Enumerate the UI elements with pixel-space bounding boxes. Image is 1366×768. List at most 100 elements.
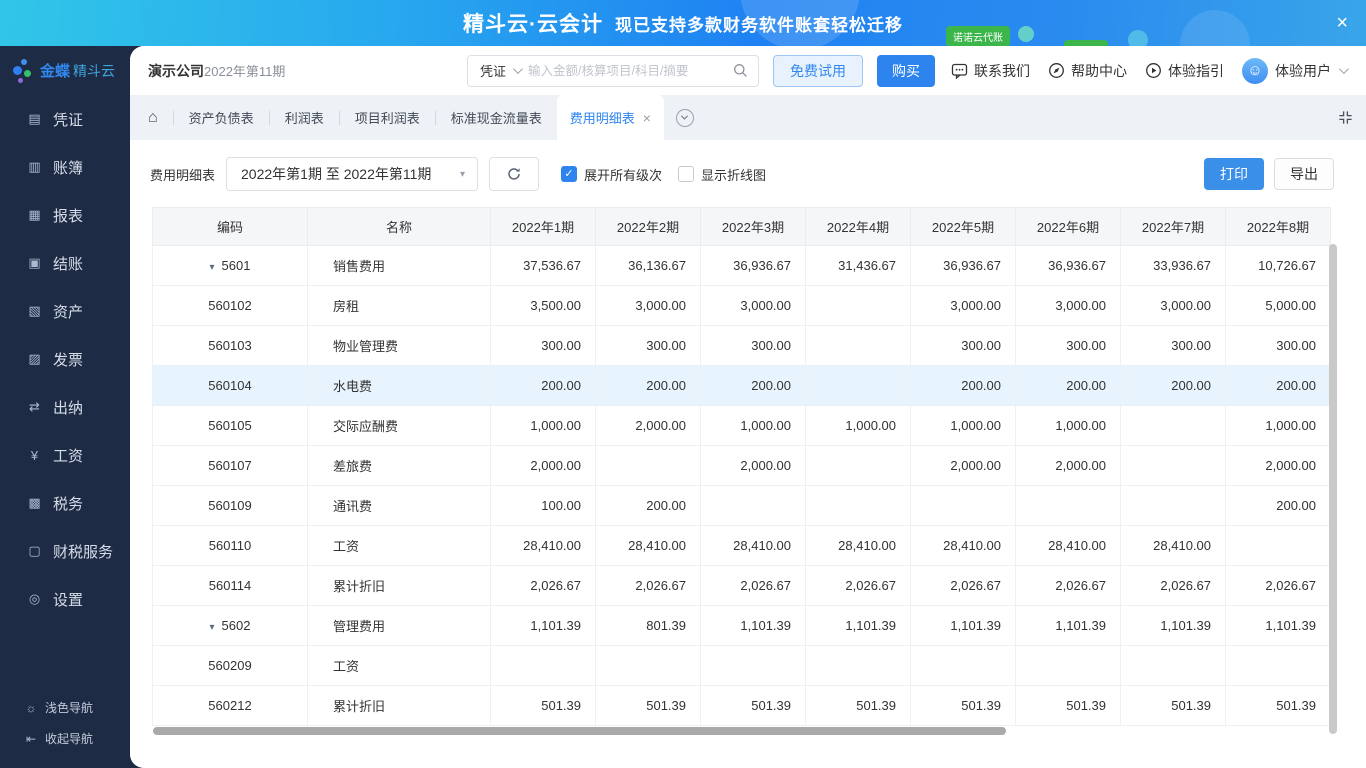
row-value: 2,000.00 (1015, 445, 1121, 486)
row-value: 1,101.39 (1120, 605, 1226, 646)
sidebar-item-voucher[interactable]: ▤ 凭证 (0, 95, 130, 143)
sidebar-item-settings[interactable]: ◎ 设置 (0, 575, 130, 623)
period-range-select[interactable]: 2022年第1期 至 2022年第11期 ▾ (226, 157, 479, 191)
contact-us-button[interactable]: 联系我们 (951, 61, 1030, 81)
row-value: 300.00 (700, 325, 806, 366)
search-category-select[interactable]: 凭证 (480, 61, 506, 80)
table-row[interactable]: ▾ 5601 销售费用 37,536.67 36,136.67 36,936.67 31,4… (152, 245, 1331, 286)
table-row[interactable]: 560212 累计折旧 501.39 501.39 501.39 501.39 501.39… (152, 685, 1331, 726)
exit-fullscreen-icon[interactable] (1338, 110, 1353, 125)
table-row[interactable]: 560104 水电费 200.00 200.00 200.00 200.00 200.00 2… (152, 365, 1331, 406)
row-value: 31,436.67 (805, 245, 911, 286)
table-row[interactable]: ▾ 5602 管理费用 1,101.39 801.39 1,101.39 1,101.39 1… (152, 605, 1331, 646)
buy-button[interactable]: 购买 (877, 54, 935, 87)
export-button[interactable]: 导出 (1274, 158, 1334, 190)
row-value (1225, 525, 1331, 566)
sidebar-item-payroll[interactable]: ¥ 工资 (0, 431, 130, 479)
sidebar-item-finance-service[interactable]: ▢ 财税服务 (0, 527, 130, 575)
sidebar-item-invoice[interactable]: ▨ 发票 (0, 335, 130, 383)
tab-2[interactable]: 利润表 (285, 108, 324, 127)
home-icon[interactable]: ⌂ (148, 109, 158, 127)
table-row[interactable]: 560105 交际应酬费 1,000.00 2,000.00 1,000.00 1,000… (152, 405, 1331, 446)
banner-decoration (1018, 26, 1034, 42)
show-linechart-checkbox[interactable]: 显示折线图 (678, 165, 766, 184)
table-row[interactable]: 560114 累计折旧 2,026.67 2,026.67 2,026.67 2,026.… (152, 565, 1331, 606)
row-value (700, 645, 806, 686)
table-row[interactable]: 560103 物业管理费 300.00 300.00 300.00 300.00 300.0… (152, 325, 1331, 366)
tab-1[interactable]: 资产负债表 (189, 108, 254, 127)
row-value (1120, 645, 1226, 686)
search-icon[interactable] (733, 63, 748, 78)
service-icon: ▢ (28, 543, 41, 558)
tab-3[interactable]: 项目利润表 (355, 108, 420, 127)
row-value: 1,000.00 (1225, 405, 1331, 446)
row-value (1015, 485, 1121, 526)
refresh-button[interactable] (489, 157, 540, 191)
row-value: 1,000.00 (910, 405, 1016, 446)
table-row[interactable]: 560209 工资 (152, 645, 1331, 686)
column-header: 2022年4期 (805, 207, 911, 246)
checkbox-unchecked-icon[interactable] (678, 166, 695, 182)
row-value: 200.00 (1015, 365, 1121, 406)
row-value: 5,000.00 (1225, 285, 1331, 326)
table-row[interactable]: 560107 差旅费 2,000.00 2,000.00 2,000.00 2,000.0… (152, 445, 1331, 486)
global-search[interactable]: 凭证 (467, 54, 759, 87)
compass-icon (1049, 63, 1064, 78)
guide-button[interactable]: 体验指引 (1145, 61, 1224, 81)
table-row[interactable]: 560102 房租 3,500.00 3,000.00 3,000.00 3,000.00… (152, 285, 1331, 326)
free-trial-button[interactable]: 免费试用 (773, 54, 863, 87)
tab-divider (338, 110, 340, 125)
row-name: 累计折旧 (307, 685, 491, 726)
table-row[interactable]: 560110 工资 28,410.00 28,410.00 28,410.00 28,41… (152, 525, 1331, 566)
tab-overflow-dropdown[interactable] (675, 108, 694, 127)
horizontal-scrollbar[interactable] (153, 727, 1006, 735)
tab-close-icon[interactable]: × (643, 110, 651, 126)
vertical-scrollbar[interactable] (1329, 244, 1337, 734)
ledger-icon: ▥ (28, 159, 41, 174)
sidebar-item-asset[interactable]: ▧ 资产 (0, 287, 130, 335)
tab-expense-detail-active[interactable]: 费用明细表 × (556, 95, 664, 140)
sidebar-item-ledger[interactable]: ▥ 账簿 (0, 143, 130, 191)
badge-nuozhangtong[interactable]: 诺账通 (1064, 40, 1108, 46)
row-name: 管理费用 (307, 605, 491, 646)
search-input[interactable] (528, 63, 733, 78)
caret-down-icon: ▾ (459, 168, 466, 180)
sidebar-item-label: 出纳 (53, 399, 84, 417)
company-name[interactable]: 演示公司2022年第11期 (148, 61, 285, 81)
gear-icon: ◎ (28, 591, 41, 606)
row-code: 560105 (152, 405, 308, 446)
row-value: 1,000.00 (700, 405, 806, 446)
row-value: 501.39 (490, 685, 596, 726)
sidebar-footer-label: 浅色导航 (45, 701, 94, 715)
sidebar-item-closing[interactable]: ▣ 结账 (0, 239, 130, 287)
close-icon[interactable]: × (1336, 13, 1348, 33)
print-button[interactable]: 打印 (1204, 158, 1264, 190)
sidebar-menu: ▤ 凭证 ▥ 账簿 ▦ 报表 ▣ 结账 ▧ 资产 ▨ 发票 ⇄ 出纳 ¥ 工资 ▩ 税务 ▢ 财税服务 ◎ 设置 (0, 95, 130, 692)
app-logo[interactable]: 金蝶 精斗云 (0, 46, 130, 95)
help-center-button[interactable]: 帮助中心 (1048, 61, 1127, 81)
row-value: 200.00 (910, 365, 1016, 406)
table-row[interactable]: 560109 通讯费 100.00 200.00 200.00 (152, 485, 1331, 526)
row-value: 2,026.67 (700, 565, 806, 606)
sidebar-item-cashier[interactable]: ⇄ 出纳 (0, 383, 130, 431)
sidebar-footer-collapse-nav[interactable]: ⇤ 收起导航 (24, 723, 130, 754)
collapse-caret-icon[interactable]: ▾ (210, 262, 215, 273)
column-header: 2022年5期 (910, 207, 1016, 246)
sidebar-footer-label: 收起导航 (45, 732, 94, 746)
tab-4[interactable]: 标准现金流量表 (451, 108, 542, 127)
sidebar-item-report[interactable]: ▦ 报表 (0, 191, 130, 239)
column-header: 2022年3期 (700, 207, 806, 246)
row-name: 差旅费 (307, 445, 491, 486)
row-value (805, 285, 911, 326)
badge-nuonuo-cloud[interactable]: 诺诺云代账 (946, 26, 1010, 46)
sidebar-item-tax[interactable]: ▩ 税务 (0, 479, 130, 527)
row-value: 200.00 (1120, 365, 1226, 406)
banner-decoration (1128, 30, 1148, 46)
user-menu[interactable]: ☺ 体验用户 (1242, 57, 1349, 84)
row-code: 560107 (152, 445, 308, 486)
collapse-caret-icon[interactable]: ▾ (210, 622, 215, 633)
banner-title: 精斗云·云会计 (463, 13, 603, 36)
checkbox-checked-icon[interactable]: ✓ (561, 166, 578, 182)
expand-all-checkbox[interactable]: ✓ 展开所有级次 (561, 165, 662, 184)
sidebar-footer-light-nav[interactable]: ☼ 浅色导航 (24, 692, 130, 723)
